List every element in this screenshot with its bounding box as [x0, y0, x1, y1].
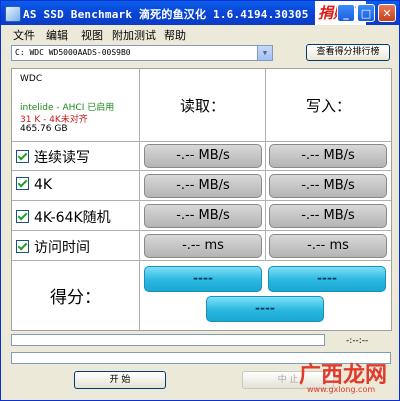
drive-info-cell: WDC intelide - AHCI 已启用 31 K - 4K未对齐 465…	[12, 69, 140, 142]
window-title: AS SSD Benchmark 滴死的鱼汉化 1.6.4194.30305	[23, 8, 309, 21]
chevron-down-icon[interactable]: ▼	[257, 46, 272, 60]
menu-view[interactable]: 视图	[81, 27, 103, 43]
4k-write-result: -.-- MB/s	[269, 174, 387, 198]
4k64-write-result: -.-- MB/s	[269, 204, 387, 228]
seq-write-cell: -.-- MB/s	[266, 142, 391, 171]
4k-test-checkbox[interactable]	[16, 176, 29, 190]
test-row-seq: 连续读写	[12, 142, 140, 171]
main-window: AS SSD Benchmark 滴死的鱼汉化 1.6.4194.30305 捐…	[0, 0, 400, 401]
menu-bar: 文件 编辑 视图 附加测试 帮助	[1, 25, 399, 42]
write-score: ----	[268, 266, 386, 292]
drive-capacity: 465.76 GB	[20, 124, 68, 134]
app-icon	[5, 6, 21, 22]
read-column-header: 读取：	[179, 97, 225, 115]
read-header-cell: 读取：	[140, 69, 266, 142]
drive-select[interactable]: C: WDC WD5000AADS-00S9B0 ▼	[11, 45, 273, 61]
title-bar[interactable]: AS SSD Benchmark 滴死的鱼汉化 1.6.4194.30305 捐…	[1, 1, 399, 25]
maximize-button[interactable]: □	[357, 4, 375, 22]
test-row-access: 访问时间	[12, 231, 140, 261]
4k64-read-result: -.-- MB/s	[144, 204, 262, 228]
menu-help[interactable]: 帮助	[164, 27, 186, 43]
access-write-result: -.-- ms	[269, 234, 387, 258]
seq-read-result: -.-- MB/s	[144, 144, 262, 168]
test-row-4k: 4K	[12, 171, 140, 201]
drive-vendor: WDC	[20, 74, 43, 84]
elapsed-time: -:--:--	[346, 336, 369, 346]
seq-read-cell: -.-- MB/s	[140, 142, 266, 171]
4k64-write-cell: -.-- MB/s	[266, 201, 391, 231]
menu-file[interactable]: 文件	[13, 27, 35, 43]
close-button[interactable]: ✕	[378, 4, 396, 22]
watermark-url: www.gxlong.com	[307, 385, 376, 394]
seq-test-label[interactable]: 连续读写	[16, 147, 90, 167]
4k-read-cell: -.-- MB/s	[140, 171, 266, 201]
access-write-cell: -.-- ms	[266, 231, 391, 261]
access-read-result: -.-- ms	[144, 234, 262, 258]
access-test-label[interactable]: 访问时间	[16, 237, 90, 257]
write-header-cell: 写入：	[266, 69, 391, 142]
4k64-test-checkbox[interactable]	[16, 209, 29, 223]
4k-test-label[interactable]: 4K	[16, 176, 52, 193]
write-column-header: 写入：	[305, 97, 351, 115]
score-label-cell: 得分：	[12, 261, 140, 330]
read-score: ----	[144, 266, 262, 292]
seq-write-result: -.-- MB/s	[269, 144, 387, 168]
minimize-button[interactable]: _	[337, 4, 355, 22]
score-values-cell: ---- ---- ----	[140, 261, 391, 330]
total-score: ----	[206, 296, 324, 322]
menu-extra-tests[interactable]: 附加测试	[112, 27, 156, 43]
drive-select-value: C: WDC WD5000AADS-00S9B0	[15, 48, 131, 57]
score-label: 得分：	[50, 288, 101, 308]
test-row-4k64: 4K-64K随机	[12, 201, 140, 231]
start-button[interactable]: 开 始	[74, 371, 166, 389]
access-read-cell: -.-- ms	[140, 231, 266, 261]
seq-test-checkbox[interactable]	[16, 149, 29, 163]
test-progress-bar	[11, 334, 325, 346]
4k64-read-cell: -.-- MB/s	[140, 201, 266, 231]
4k-write-cell: -.-- MB/s	[266, 171, 391, 201]
results-grid: WDC intelide - AHCI 已启用 31 K - 4K未对齐 465…	[11, 68, 392, 331]
view-ranking-button[interactable]: 查看得分排行榜	[306, 44, 390, 61]
4k64-test-label[interactable]: 4K-64K随机	[16, 207, 111, 227]
access-test-checkbox[interactable]	[16, 239, 29, 253]
4k-read-result: -.-- MB/s	[144, 174, 262, 198]
menu-edit[interactable]: 编辑	[46, 27, 68, 43]
